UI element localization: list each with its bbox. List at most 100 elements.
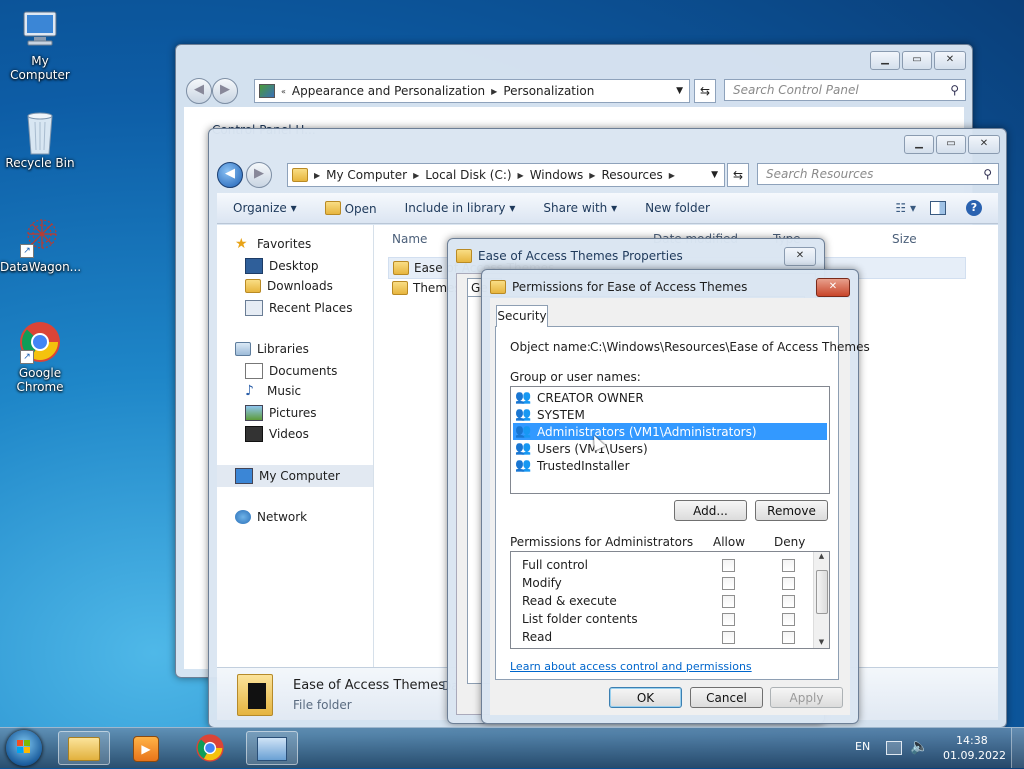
scrollbar[interactable]: ▲ ▼ [813, 552, 829, 648]
tab-security[interactable]: Security [496, 305, 548, 327]
nav-my-computer[interactable]: My Computer [217, 465, 373, 487]
help-icon[interactable]: ? [966, 200, 982, 216]
column-header-size[interactable]: Size [892, 232, 917, 246]
forward-button[interactable]: ▶ [246, 162, 272, 188]
share-with-button[interactable]: Share with ▾ [543, 201, 617, 215]
nav-pictures[interactable]: Pictures [245, 405, 317, 421]
address-bar[interactable]: « Appearance and Personalization ▶ Perso… [254, 79, 690, 103]
back-button[interactable]: ◀ [186, 78, 212, 104]
list-item[interactable]: 👥 TrustedInstaller [515, 457, 630, 474]
desktop-icon-chrome[interactable]: ↗ Google Chrome [0, 320, 80, 394]
desktop-icon-recycle-bin[interactable]: Recycle Bin [0, 110, 80, 170]
organize-button[interactable]: Organize ▾ [233, 201, 297, 215]
learn-link[interactable]: Learn about access control and permissio… [510, 660, 752, 673]
desktop-icon-label: Google Chrome [16, 366, 64, 394]
language-indicator[interactable]: EN [855, 740, 870, 753]
taskbar-media-player[interactable]: ▶ [120, 731, 172, 765]
taskbar-control-panel[interactable] [246, 731, 298, 765]
column-header-name[interactable]: Name [392, 232, 427, 246]
permissions-dialog[interactable]: Permissions for Ease of Access Themes ✕ … [481, 269, 870, 724]
breadcrumb[interactable]: Local Disk (C:) [425, 168, 511, 182]
desktop-icon-my-computer[interactable]: My Computer [0, 8, 80, 82]
remove-button[interactable]: Remove [755, 500, 828, 521]
breadcrumb[interactable]: Windows [530, 168, 584, 182]
network-tray-icon[interactable] [886, 741, 902, 755]
scroll-down-icon[interactable]: ▼ [814, 638, 829, 646]
list-item[interactable]: 👥 CREATOR OWNER [515, 389, 644, 406]
deny-checkbox[interactable] [782, 577, 795, 590]
maximize-button[interactable]: ▭ [936, 135, 966, 154]
refresh-button[interactable]: ⇆ [694, 79, 716, 103]
volume-icon[interactable]: 🔈 [910, 737, 929, 755]
close-button[interactable]: ✕ [816, 278, 850, 297]
dialog-title: Permissions for Ease of Access Themes [490, 280, 747, 294]
new-folder-button[interactable]: New folder [645, 201, 710, 215]
nav-videos[interactable]: Videos [245, 426, 309, 442]
apply-button[interactable]: Apply [770, 687, 843, 708]
view-options-icon[interactable]: ☷ ▾ [895, 201, 916, 215]
scroll-up-icon[interactable]: ▲ [814, 552, 829, 560]
nav-music[interactable]: ♪ Music [245, 384, 301, 398]
allow-checkbox[interactable] [722, 631, 735, 644]
breadcrumb[interactable]: Resources [601, 168, 662, 182]
include-in-library-button[interactable]: Include in library ▾ [405, 201, 516, 215]
deny-checkbox[interactable] [782, 595, 795, 608]
details-type: File folder [293, 698, 352, 712]
refresh-button[interactable]: ⇆ [727, 163, 749, 187]
breadcrumb[interactable]: Appearance and Personalization [292, 84, 485, 98]
search-input[interactable]: Search Resources ⚲ [757, 163, 999, 185]
deny-checkbox[interactable] [782, 559, 795, 572]
allow-checkbox[interactable] [722, 613, 735, 626]
show-desktop-button[interactable] [1011, 728, 1024, 768]
downloads-icon [245, 279, 261, 293]
close-button[interactable]: ✕ [934, 51, 966, 70]
clock-date[interactable]: 01.09.2022 [943, 749, 1006, 762]
nav-recent-places[interactable]: Recent Places [245, 300, 352, 316]
deny-checkbox[interactable] [782, 631, 795, 644]
ok-button[interactable]: OK [609, 687, 682, 708]
allow-checkbox[interactable] [722, 559, 735, 572]
clock-time[interactable]: 14:38 [956, 734, 988, 747]
close-button[interactable]: ✕ [784, 247, 816, 266]
list-item[interactable]: 👥 SYSTEM [515, 406, 585, 423]
desktop-icon-datawagon[interactable]: ↗ DataWagon... [0, 214, 81, 274]
breadcrumb[interactable]: My Computer [326, 168, 407, 182]
list-item[interactable]: 👥 Users (VM1\Users) [515, 440, 648, 457]
tab-panel: Object name: C:\Windows\Resources\Ease o… [495, 326, 870, 680]
permission-row: Read [522, 630, 553, 644]
breadcrumb[interactable]: Personalization [503, 84, 594, 98]
nav-favorites[interactable]: ★ Favorites [235, 237, 311, 251]
taskbar-chrome[interactable] [184, 731, 236, 765]
maximize-button[interactable]: ▭ [902, 51, 932, 70]
search-input[interactable]: Search Control Panel ⚲ [724, 79, 966, 101]
deny-checkbox[interactable] [782, 613, 795, 626]
scroll-thumb[interactable] [816, 570, 828, 614]
cancel-button[interactable]: Cancel [690, 687, 763, 708]
user-list[interactable]: 👥 CREATOR OWNER 👥 SYSTEM 👥 Administrators (… [510, 386, 830, 494]
nav-libraries[interactable]: Libraries [235, 342, 309, 356]
close-button[interactable]: ✕ [968, 135, 1000, 154]
dialog-body: Security Object name: C:\Windows\Resourc… [490, 298, 870, 715]
nav-desktop[interactable]: Desktop [245, 258, 319, 274]
nav-downloads[interactable]: Downloads [245, 279, 333, 293]
allow-checkbox[interactable] [722, 577, 735, 590]
back-button[interactable]: ◀ [217, 162, 243, 188]
nav-network[interactable]: Network [235, 510, 307, 524]
list-item-selected[interactable]: 👥 Administrators (VM1\Administrators) [513, 423, 827, 440]
star-icon: ★ [235, 236, 248, 252]
taskbar-explorer[interactable] [58, 731, 110, 765]
open-button[interactable]: Open [324, 200, 377, 216]
forward-button[interactable]: ▶ [212, 78, 238, 104]
preview-pane-icon[interactable] [930, 201, 946, 215]
chevron-down-icon[interactable]: ▼ [676, 86, 683, 96]
allow-checkbox[interactable] [722, 595, 735, 608]
minimize-button[interactable]: ▁ [870, 51, 900, 70]
search-icon: ⚲ [950, 83, 959, 97]
taskbar: ▶ EN 🔈 14:38 01.09.2022 [0, 727, 1024, 768]
nav-documents[interactable]: Documents [245, 363, 337, 379]
minimize-button[interactable]: ▁ [904, 135, 934, 154]
address-bar[interactable]: ▶ My Computer ▶ Local Disk (C:) ▶ Window… [287, 163, 725, 187]
add-button[interactable]: Add... [674, 500, 747, 521]
chevron-down-icon[interactable]: ▼ [711, 170, 718, 180]
start-button[interactable] [6, 730, 42, 766]
